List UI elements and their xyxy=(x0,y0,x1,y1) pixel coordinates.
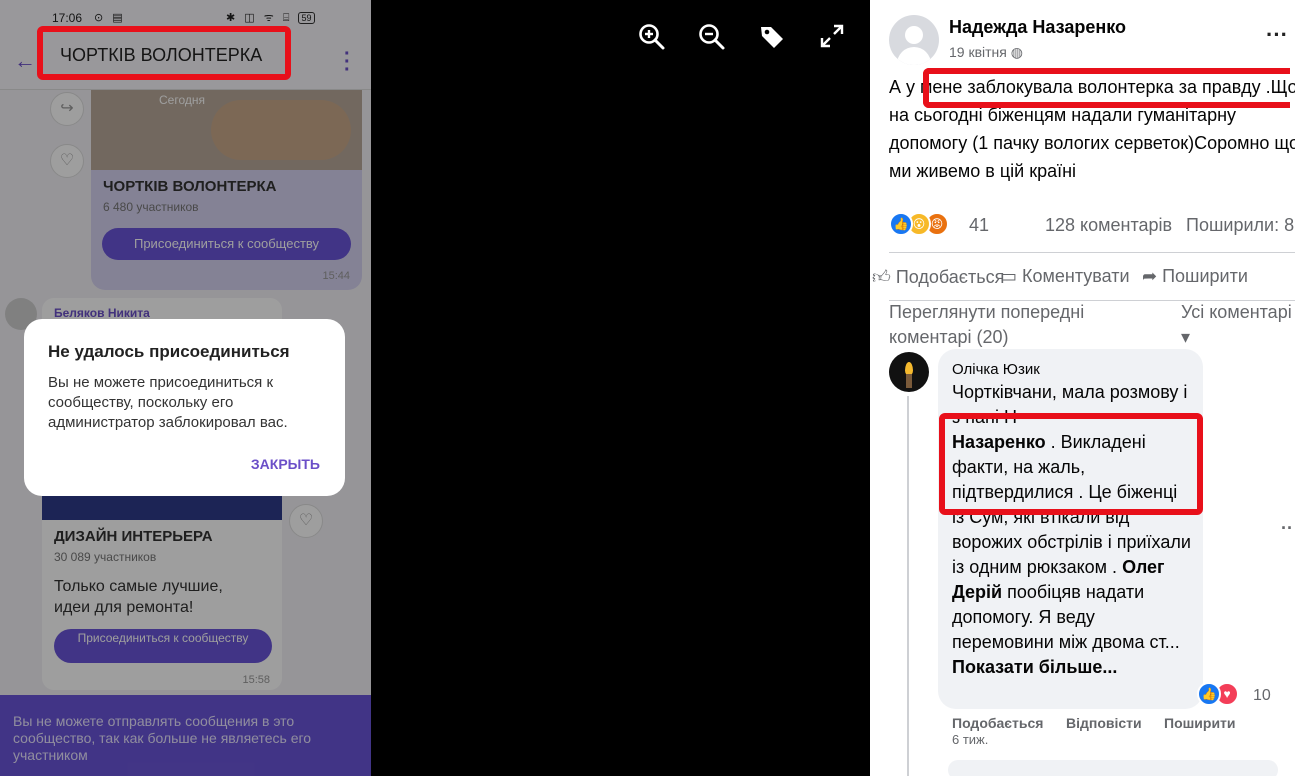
more-options-icon[interactable]: ··· xyxy=(1266,22,1288,48)
reaction-icons[interactable]: 👍 😮 😡 xyxy=(889,212,949,238)
comment-age[interactable]: 6 тиж. xyxy=(952,732,988,747)
post-author[interactable]: Надежда Назаренко xyxy=(949,17,1126,38)
screenshot-root: 17:06 ⊙ ▤ ✱ ◫ ᯤ ⌸ 59 ← ЧОРТКІВ ВОЛОНТЕРК… xyxy=(0,0,1295,776)
comment-button[interactable]: ▭ Коментувати xyxy=(1000,266,1130,287)
phone-app-panel: 17:06 ⊙ ▤ ✱ ◫ ᯤ ⌸ 59 ← ЧОРТКІВ ВОЛОНТЕРК… xyxy=(0,0,371,776)
thumbs-up-icon: 👍︎ xyxy=(872,267,896,287)
facebook-post-panel: Надежда Назаренко 19 квітня ◍ ··· А у ме… xyxy=(870,0,1295,776)
fullscreen-icon[interactable] xyxy=(817,23,847,53)
like-reaction-icon: 👍 xyxy=(889,212,913,236)
post-date-text: 19 квітня xyxy=(949,44,1007,60)
avatar[interactable] xyxy=(889,15,939,65)
tag-icon[interactable] xyxy=(757,23,787,53)
avatar-body-shape xyxy=(897,47,931,65)
all-comments-label: Усі коментарі xyxy=(1181,302,1292,322)
highlight-box xyxy=(37,26,291,80)
comment-share-button[interactable]: Поширити xyxy=(1164,715,1236,731)
share-arrow-icon: ➦ xyxy=(1142,266,1163,286)
image-viewer xyxy=(371,0,870,776)
zoom-out-icon[interactable] xyxy=(697,23,727,53)
view-previous-comments[interactable]: Переглянути попередні коментарі (20) xyxy=(889,300,1119,350)
like-button[interactable]: 👍︎ Подобається xyxy=(872,266,1004,288)
highlight-box xyxy=(923,68,1290,108)
like-reaction-icon: 👍 xyxy=(1197,682,1221,706)
share-label: Поширити xyxy=(1162,266,1248,286)
shares-count[interactable]: Поширили: 8 xyxy=(1186,215,1294,236)
post-date[interactable]: 19 квітня ◍ xyxy=(949,44,1023,61)
next-comment-bubble xyxy=(948,760,1278,776)
divider xyxy=(889,252,1295,253)
avatar[interactable] xyxy=(889,352,929,392)
comments-count[interactable]: 128 коментарів xyxy=(1045,215,1172,236)
see-more-link[interactable]: Показати більше... xyxy=(952,657,1117,677)
candle-shape xyxy=(906,374,912,388)
all-comments-filter[interactable]: Усі коментарі ▾ xyxy=(1181,300,1295,350)
comment-reactions[interactable]: 👍 ♥ 10 xyxy=(1197,682,1287,708)
highlight-box xyxy=(939,413,1203,515)
comment-author[interactable]: Олічка Юзик xyxy=(952,361,1040,378)
globe-icon: ◍ xyxy=(1010,44,1023,60)
caret-down-icon: ▾ xyxy=(1181,327,1191,347)
comment-like-button[interactable]: Подобається xyxy=(952,715,1043,731)
comment-label: Коментувати xyxy=(1022,266,1130,286)
comment-reply-button[interactable]: Відповісти xyxy=(1066,715,1142,731)
comment-icon: ▭ xyxy=(1000,266,1023,286)
error-dialog: Не удалось присоединиться Вы не можете п… xyxy=(24,319,345,496)
like-label: Подобається xyxy=(895,267,1005,287)
zoom-in-icon[interactable] xyxy=(637,23,667,53)
dialog-title: Не удалось присоединиться xyxy=(48,342,290,361)
comment-options-icon[interactable]: ·· xyxy=(1281,518,1293,539)
share-button[interactable]: ➦ Поширити xyxy=(1142,266,1248,287)
close-button[interactable]: ЗАКРЫТЬ xyxy=(251,456,320,472)
comment-reaction-count: 10 xyxy=(1253,687,1271,704)
avatar-head-shape xyxy=(905,26,923,44)
reaction-count[interactable]: 41 xyxy=(969,215,989,236)
dialog-message: Вы не можете присоединиться к сообществу… xyxy=(48,374,288,431)
thread-line xyxy=(907,396,909,776)
